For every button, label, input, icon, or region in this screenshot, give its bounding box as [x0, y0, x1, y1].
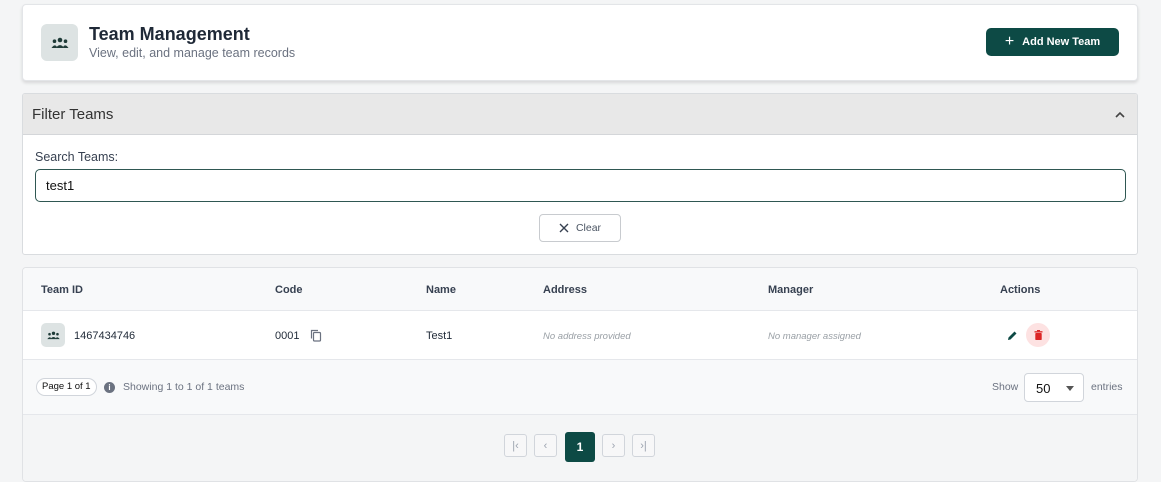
page-header: Team Management View, edit, and manage t…	[22, 4, 1138, 81]
show-label: Show	[992, 381, 1019, 393]
teams-table: Team ID Code Name Address Manager Action…	[22, 267, 1138, 482]
pagination: |‹ ‹ 1 › ›|	[23, 415, 1137, 481]
add-new-team-button[interactable]: + Add New Team	[986, 28, 1119, 56]
team-id-cell: 1467434746	[74, 330, 136, 342]
prev-page-button[interactable]: ‹	[534, 434, 557, 457]
clear-button[interactable]: Clear	[539, 214, 621, 242]
column-header-manager: Manager	[768, 284, 814, 296]
table-header: Team ID Code Name Address Manager Action…	[23, 268, 1137, 311]
table-footer: Page 1 of 1 i Showing 1 to 1 of 1 teams …	[23, 360, 1137, 415]
page-size-value: 50	[1036, 381, 1051, 396]
column-header-team-id: Team ID	[41, 284, 83, 296]
edit-icon[interactable]	[1001, 324, 1023, 346]
search-label: Search Teams:	[35, 150, 119, 164]
filter-panel: Filter Teams Search Teams: Clear	[22, 93, 1138, 255]
next-page-button[interactable]: ›	[602, 434, 625, 457]
page-badge: Page 1 of 1	[36, 378, 97, 396]
delete-icon[interactable]	[1026, 323, 1050, 347]
close-icon	[559, 220, 569, 236]
info-icon: i	[104, 382, 115, 393]
copy-icon[interactable]	[310, 329, 322, 342]
plus-icon: +	[1004, 33, 1015, 50]
page-title: Team Management	[89, 24, 250, 44]
search-input[interactable]	[35, 169, 1126, 202]
page-size-select[interactable]: 50	[1024, 373, 1084, 402]
column-header-name: Name	[426, 284, 456, 296]
page-button-1[interactable]: 1	[565, 432, 595, 462]
column-header-actions: Actions	[1000, 284, 1041, 296]
table-row[interactable]: 1467434746 0001 Test1 No address provide…	[23, 311, 1137, 360]
filter-panel-header[interactable]: Filter Teams	[23, 94, 1137, 135]
chevron-up-icon[interactable]	[1115, 107, 1125, 121]
name-cell: Test1	[426, 330, 453, 342]
first-page-button[interactable]: |‹	[504, 434, 527, 457]
column-header-code: Code	[275, 284, 303, 296]
last-page-button[interactable]: ›|	[632, 434, 655, 457]
clear-label: Clear	[575, 222, 602, 234]
code-cell: 0001	[275, 330, 300, 342]
column-header-address: Address	[543, 284, 588, 296]
address-cell: No address provided	[543, 331, 631, 342]
manager-cell: No manager assigned	[768, 331, 861, 342]
add-new-team-label: Add New Team	[1022, 36, 1101, 48]
entries-label: entries	[1091, 381, 1123, 393]
showing-text: Showing 1 to 1 of 1 teams	[123, 381, 245, 393]
chevron-down-icon	[1066, 386, 1074, 391]
team-icon	[41, 323, 65, 347]
filter-panel-title: Filter Teams	[32, 106, 114, 123]
page-subtitle: View, edit, and manage team records	[89, 46, 296, 60]
team-icon	[41, 24, 78, 61]
